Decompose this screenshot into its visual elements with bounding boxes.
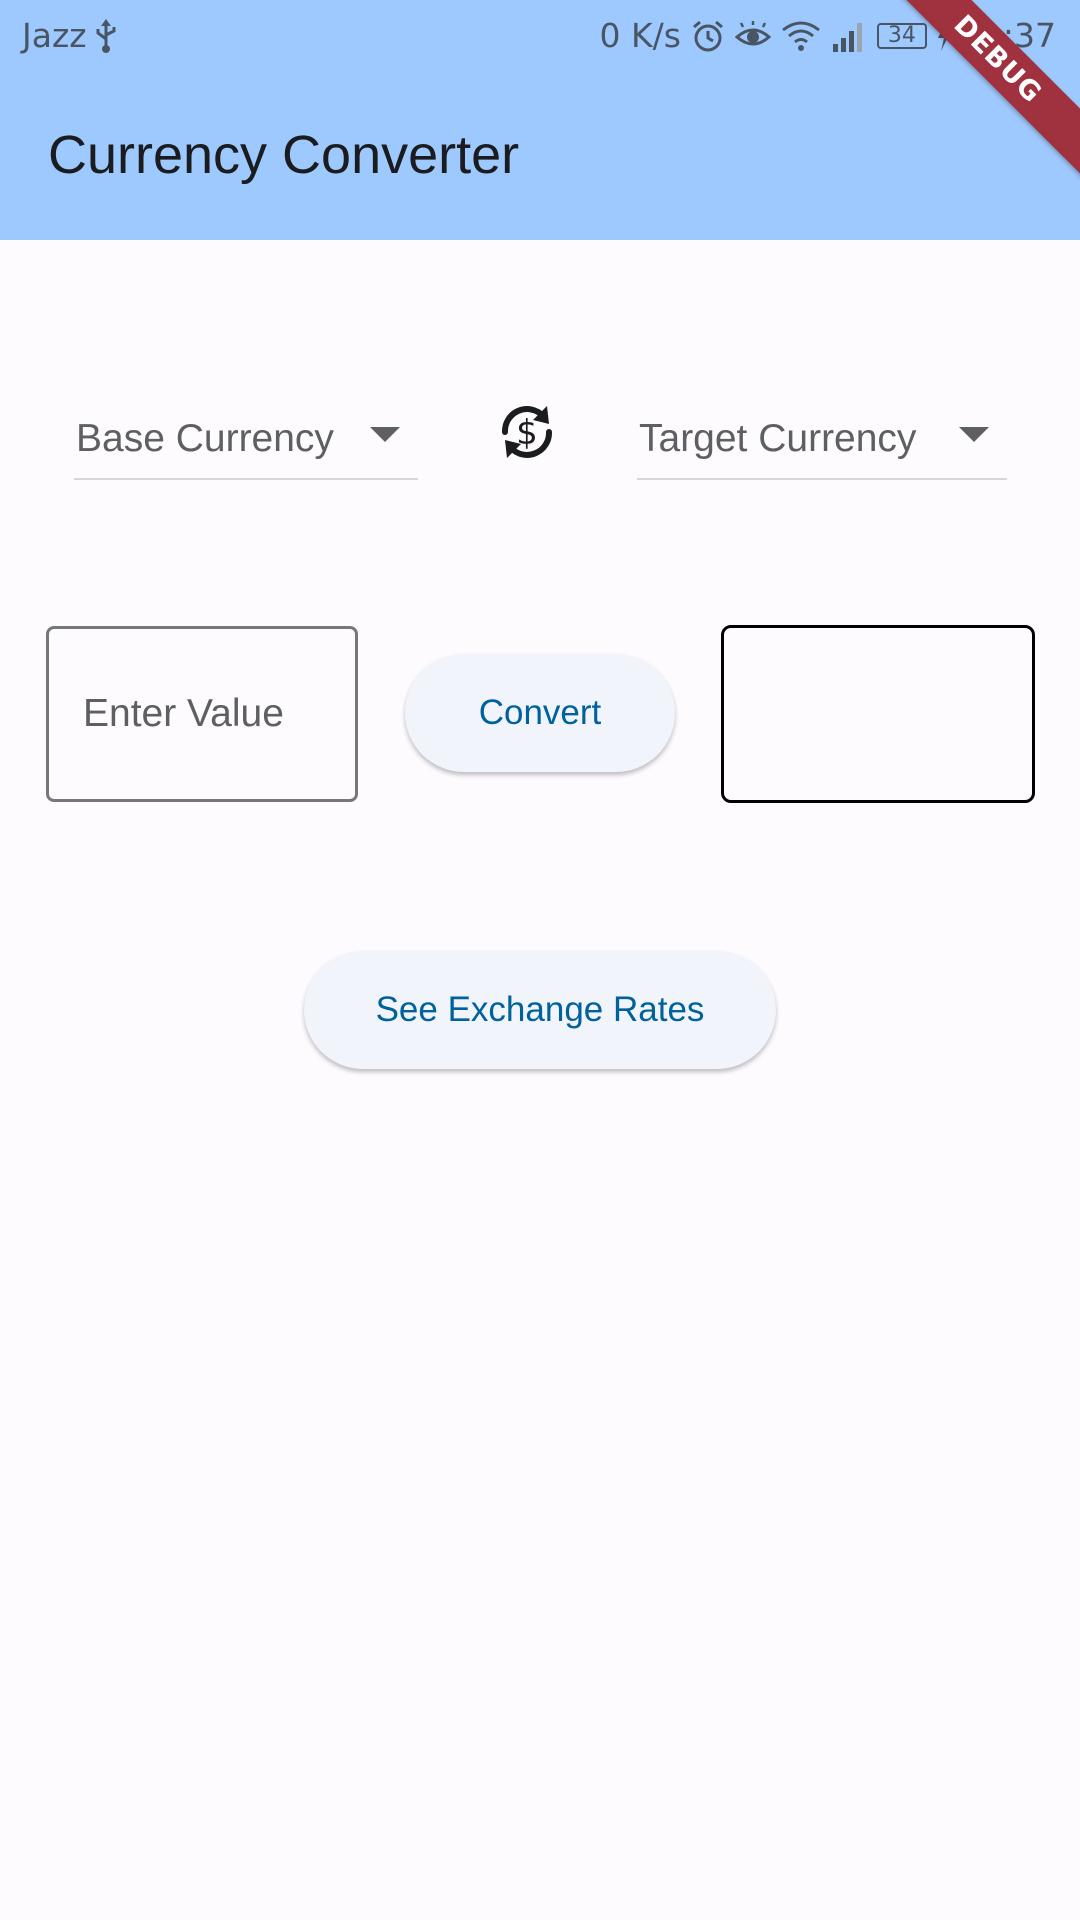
- page-title: Currency Converter: [48, 125, 520, 185]
- base-currency-label: Base Currency: [76, 417, 334, 460]
- battery-icon: 34: [876, 22, 927, 49]
- chevron-down-icon: [959, 426, 989, 442]
- target-currency-dropdown[interactable]: Target Currency: [637, 400, 1007, 480]
- result-field: [721, 625, 1035, 803]
- svg-text:$: $: [516, 413, 538, 453]
- carrier-name: Jazz: [22, 16, 87, 55]
- value-input[interactable]: [46, 626, 358, 802]
- currency-exchange-icon[interactable]: $: [491, 396, 563, 468]
- signal-icon: [831, 20, 867, 52]
- alarm-icon: [691, 19, 725, 53]
- base-currency-dropdown[interactable]: Base Currency: [74, 400, 418, 480]
- battery-level: 34: [887, 23, 916, 48]
- app-bar: Jazz 0 K/s 34 11:37 Currency Converter: [0, 0, 1080, 240]
- convert-button[interactable]: Convert: [405, 654, 675, 772]
- net-speed: 0 K/s: [599, 16, 681, 55]
- usb-icon: [95, 18, 117, 53]
- chevron-down-icon: [370, 426, 400, 442]
- status-bar-left: Jazz: [22, 16, 117, 55]
- see-exchange-rates-button[interactable]: See Exchange Rates: [304, 951, 776, 1069]
- wifi-icon: [781, 20, 821, 52]
- eye-icon: [734, 20, 771, 51]
- target-currency-label: Target Currency: [639, 417, 917, 460]
